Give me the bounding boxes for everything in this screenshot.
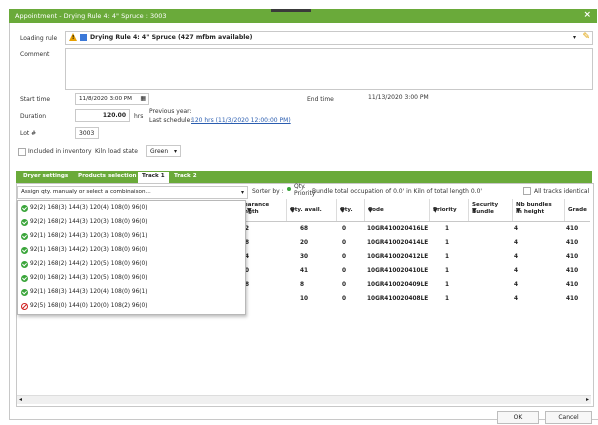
assign-combobox[interactable]: Assign qty. manualy or select a combinai… <box>17 186 248 199</box>
filter-icon: ▼ <box>290 207 295 214</box>
check-circle-icon <box>21 247 28 254</box>
check-circle-icon <box>21 261 28 268</box>
table-row[interactable]: 4 30 0 10GR410020412LE 1 4 410 <box>244 252 590 264</box>
included-inventory-checkbox[interactable] <box>18 148 26 156</box>
all-tracks-label: All tracks identical <box>534 188 590 195</box>
kiln-load-state-label: Kiln load state <box>95 148 138 155</box>
cancel-button[interactable]: Cancel <box>545 411 592 424</box>
filter-icon: ▼ <box>516 207 521 214</box>
end-time-value: 11/13/2020 3:00 PM <box>368 94 429 101</box>
bundle-occupation-text: Bundle total occupation of 0.0' in Kiln … <box>312 188 483 195</box>
start-time-value: 11/8/2020 3:00 PM <box>79 96 132 102</box>
col-nb-bundles[interactable]: Nb bundles in height ▼ <box>512 199 565 221</box>
check-circle-icon <box>21 219 28 226</box>
warning-icon-mark: ! <box>72 35 75 41</box>
loading-rule-label: Loading rule <box>20 35 58 42</box>
col-clearance-length[interactable]: earance ngth ▼ <box>244 199 286 221</box>
check-circle-icon <box>21 233 28 240</box>
comment-field[interactable] <box>65 48 593 90</box>
grid-header: earance ngth ▼ Qty. avail. ▼ Qty. ▼ Code ▼ P… <box>244 199 590 222</box>
duration-label: Duration <box>20 113 47 120</box>
previous-year-label: Previous year: <box>149 108 192 115</box>
sorter-radio[interactable] <box>287 187 291 191</box>
duration-unit: hrs <box>134 113 144 120</box>
check-circle-icon <box>21 289 28 296</box>
filter-icon: ▼ <box>472 207 477 214</box>
drag-grip[interactable] <box>271 9 311 12</box>
title-bar: Appointment - Drying Rule 4: 4" Spruce :… <box>9 9 597 23</box>
scroll-left-icon[interactable]: ◂ <box>19 396 22 403</box>
close-icon[interactable]: × <box>583 10 591 20</box>
lot-value: 3003 <box>79 130 95 137</box>
col-qty[interactable]: Qty. ▼ <box>336 199 365 221</box>
filter-icon: ▼ <box>433 207 438 214</box>
filter-icon: ▼ <box>340 207 345 214</box>
table-row[interactable]: 8 20 0 10GR410020414LE 1 4 410 <box>244 238 590 250</box>
included-inventory-label: Included in inventory <box>28 148 92 155</box>
ok-button[interactable]: OK <box>497 411 539 424</box>
col-code[interactable]: Code ▼ <box>364 199 430 221</box>
kiln-load-state-select[interactable]: Green ▾ <box>146 145 181 157</box>
comment-label: Comment <box>20 51 50 58</box>
tab-products-selection[interactable]: Products selection <box>78 173 137 179</box>
table-row[interactable]: 2 68 0 10GR410020416LE 1 4 410 <box>244 224 590 236</box>
kiln-load-state-value: Green <box>150 148 169 155</box>
duration-field[interactable]: 120.00 <box>75 109 130 122</box>
horizontal-scrollbar[interactable]: ◂ ▸ <box>17 395 591 404</box>
duration-value: 120.00 <box>102 112 126 119</box>
last-schedule-label: Last schedule: <box>149 117 193 124</box>
table-row[interactable]: 0 41 0 10GR410020410LE 1 4 410 <box>244 266 590 278</box>
table-row[interactable]: 10 0 10GR410020408LE 1 4 410 <box>244 294 590 306</box>
start-time-label: Start time <box>20 96 51 103</box>
tab-track-1[interactable]: Track 1 <box>138 172 169 183</box>
assign-placeholder: Assign qty. manualy or select a combinai… <box>21 189 151 195</box>
check-circle-icon <box>21 205 28 212</box>
col-grade[interactable]: Grade <box>564 199 591 221</box>
filter-icon: ▼ <box>247 207 252 214</box>
tab-dryer-settings[interactable]: Dryer settings <box>23 173 68 179</box>
col-security-bundle[interactable]: Security Bundle ▼ <box>468 199 513 221</box>
table-row[interactable]: 8 8 0 10GR410020409LE 1 4 410 <box>244 280 590 292</box>
chevron-down-icon[interactable]: ▾ <box>573 34 576 41</box>
prohibited-icon <box>21 303 28 310</box>
lot-field[interactable]: 3003 <box>75 127 99 139</box>
calendar-icon[interactable]: ▦ <box>140 95 146 102</box>
lot-label: Lot # <box>20 130 37 137</box>
tab-bar: Dryer settings Products selection Track … <box>16 171 592 183</box>
pencil-icon[interactable]: ✎ <box>582 32 590 42</box>
last-schedule-link[interactable]: 120 hrs (11/3/2020 12:00:00 PM) <box>191 117 291 124</box>
col-qty-avail[interactable]: Qty. avail. ▼ <box>286 199 337 221</box>
scroll-right-icon[interactable]: ▸ <box>586 396 589 403</box>
sorter-label: Sorter by : <box>252 188 284 195</box>
chevron-down-icon[interactable]: ▾ <box>174 148 177 155</box>
all-tracks-checkbox[interactable] <box>523 187 531 195</box>
combination-dropdown: 92(2) 168(3) 144(3) 120(4) 108(0) 96(0) … <box>17 200 246 315</box>
end-time-label: End time <box>307 96 334 103</box>
loading-rule-select[interactable]: ! Drying Rule 4: 4" Spruce (427 mfbm ava… <box>65 31 593 45</box>
tab-track-2[interactable]: Track 2 <box>174 173 197 179</box>
chevron-down-icon[interactable]: ▾ <box>241 189 244 196</box>
filter-icon: ▼ <box>368 207 373 214</box>
check-circle-icon <box>21 275 28 282</box>
window-title: Appointment - Drying Rule 4: 4" Spruce :… <box>15 12 167 20</box>
loading-rule-value: Drying Rule 4: 4" Spruce (427 mfbm avail… <box>90 34 253 41</box>
col-priority[interactable]: Priority ▼ <box>429 199 469 221</box>
rule-color-swatch <box>80 34 87 41</box>
start-time-field[interactable]: 11/8/2020 3:00 PM ▦ <box>75 93 149 105</box>
